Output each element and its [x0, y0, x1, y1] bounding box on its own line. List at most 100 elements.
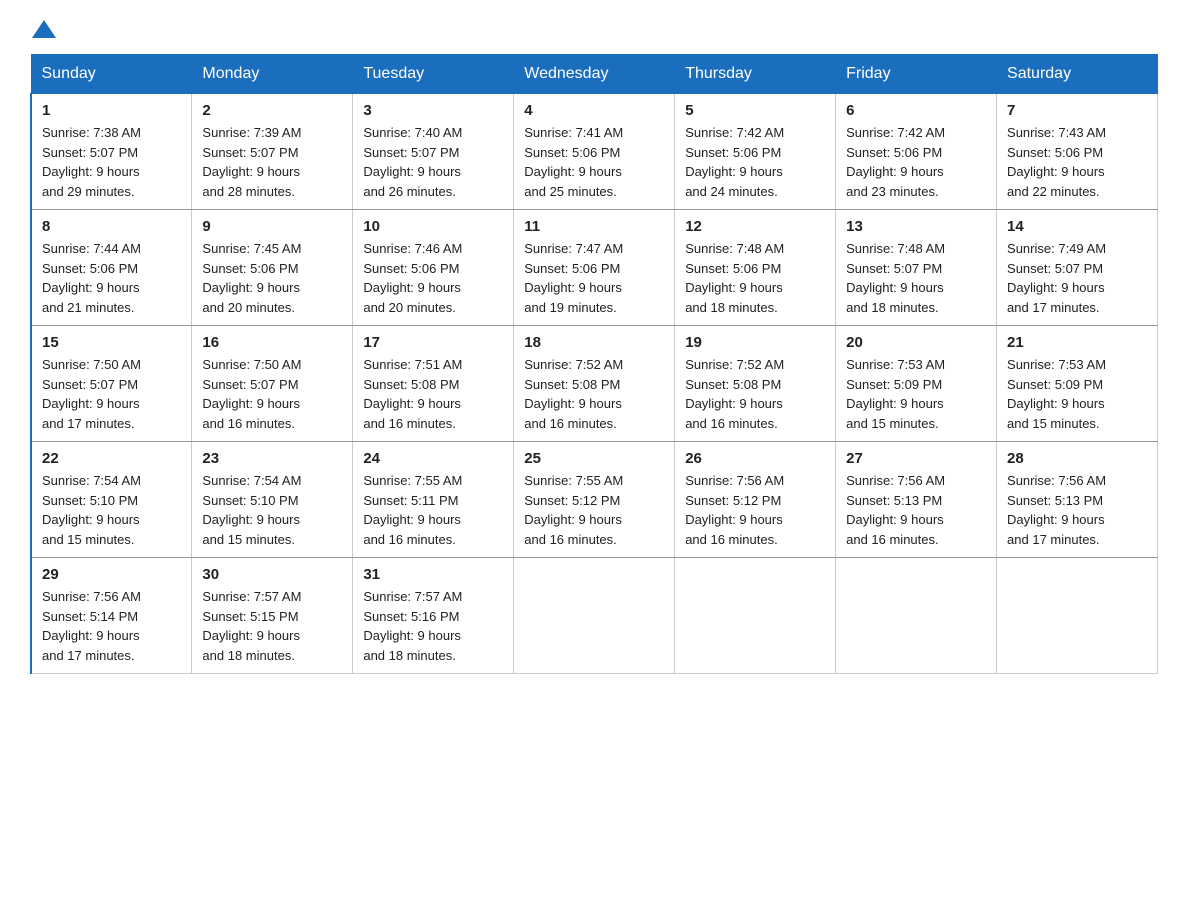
day-number: 20 [846, 334, 986, 351]
day-number: 22 [42, 450, 181, 467]
calendar-cell: 8 Sunrise: 7:44 AM Sunset: 5:06 PM Dayli… [31, 210, 192, 326]
weekday-header-saturday: Saturday [997, 55, 1158, 94]
page-header [30, 20, 1158, 34]
day-number: 31 [363, 566, 503, 583]
day-info: Sunrise: 7:40 AM Sunset: 5:07 PM Dayligh… [363, 123, 503, 201]
day-info: Sunrise: 7:42 AM Sunset: 5:06 PM Dayligh… [685, 123, 825, 201]
week-row-3: 15 Sunrise: 7:50 AM Sunset: 5:07 PM Dayl… [31, 326, 1158, 442]
calendar-cell: 18 Sunrise: 7:52 AM Sunset: 5:08 PM Dayl… [514, 326, 675, 442]
week-row-4: 22 Sunrise: 7:54 AM Sunset: 5:10 PM Dayl… [31, 442, 1158, 558]
day-info: Sunrise: 7:54 AM Sunset: 5:10 PM Dayligh… [42, 471, 181, 549]
calendar-cell: 25 Sunrise: 7:55 AM Sunset: 5:12 PM Dayl… [514, 442, 675, 558]
calendar-cell [514, 558, 675, 674]
day-info: Sunrise: 7:38 AM Sunset: 5:07 PM Dayligh… [42, 123, 181, 201]
calendar-cell: 19 Sunrise: 7:52 AM Sunset: 5:08 PM Dayl… [675, 326, 836, 442]
calendar-cell: 17 Sunrise: 7:51 AM Sunset: 5:08 PM Dayl… [353, 326, 514, 442]
day-info: Sunrise: 7:53 AM Sunset: 5:09 PM Dayligh… [1007, 355, 1147, 433]
day-number: 15 [42, 334, 181, 351]
calendar-cell: 1 Sunrise: 7:38 AM Sunset: 5:07 PM Dayli… [31, 94, 192, 210]
day-number: 9 [202, 218, 342, 235]
day-number: 5 [685, 102, 825, 119]
calendar-cell: 27 Sunrise: 7:56 AM Sunset: 5:13 PM Dayl… [836, 442, 997, 558]
day-info: Sunrise: 7:56 AM Sunset: 5:14 PM Dayligh… [42, 587, 181, 665]
weekday-header-tuesday: Tuesday [353, 55, 514, 94]
day-number: 21 [1007, 334, 1147, 351]
day-number: 16 [202, 334, 342, 351]
calendar-cell: 29 Sunrise: 7:56 AM Sunset: 5:14 PM Dayl… [31, 558, 192, 674]
day-number: 30 [202, 566, 342, 583]
day-info: Sunrise: 7:56 AM Sunset: 5:13 PM Dayligh… [1007, 471, 1147, 549]
day-number: 3 [363, 102, 503, 119]
calendar-cell: 24 Sunrise: 7:55 AM Sunset: 5:11 PM Dayl… [353, 442, 514, 558]
day-number: 7 [1007, 102, 1147, 119]
day-info: Sunrise: 7:41 AM Sunset: 5:06 PM Dayligh… [524, 123, 664, 201]
calendar-cell: 30 Sunrise: 7:57 AM Sunset: 5:15 PM Dayl… [192, 558, 353, 674]
day-info: Sunrise: 7:56 AM Sunset: 5:12 PM Dayligh… [685, 471, 825, 549]
day-number: 10 [363, 218, 503, 235]
calendar-cell: 12 Sunrise: 7:48 AM Sunset: 5:06 PM Dayl… [675, 210, 836, 326]
day-info: Sunrise: 7:53 AM Sunset: 5:09 PM Dayligh… [846, 355, 986, 433]
calendar-cell: 15 Sunrise: 7:50 AM Sunset: 5:07 PM Dayl… [31, 326, 192, 442]
day-number: 18 [524, 334, 664, 351]
weekday-header-friday: Friday [836, 55, 997, 94]
day-info: Sunrise: 7:46 AM Sunset: 5:06 PM Dayligh… [363, 239, 503, 317]
calendar-cell: 31 Sunrise: 7:57 AM Sunset: 5:16 PM Dayl… [353, 558, 514, 674]
calendar-cell: 28 Sunrise: 7:56 AM Sunset: 5:13 PM Dayl… [997, 442, 1158, 558]
calendar-cell [997, 558, 1158, 674]
day-number: 28 [1007, 450, 1147, 467]
day-number: 27 [846, 450, 986, 467]
day-info: Sunrise: 7:43 AM Sunset: 5:06 PM Dayligh… [1007, 123, 1147, 201]
day-number: 19 [685, 334, 825, 351]
day-info: Sunrise: 7:50 AM Sunset: 5:07 PM Dayligh… [42, 355, 181, 433]
weekday-header-thursday: Thursday [675, 55, 836, 94]
calendar-cell: 5 Sunrise: 7:42 AM Sunset: 5:06 PM Dayli… [675, 94, 836, 210]
day-number: 24 [363, 450, 503, 467]
day-number: 12 [685, 218, 825, 235]
weekday-header-monday: Monday [192, 55, 353, 94]
day-number: 29 [42, 566, 181, 583]
day-number: 11 [524, 218, 664, 235]
day-number: 6 [846, 102, 986, 119]
calendar-cell: 7 Sunrise: 7:43 AM Sunset: 5:06 PM Dayli… [997, 94, 1158, 210]
calendar-cell: 3 Sunrise: 7:40 AM Sunset: 5:07 PM Dayli… [353, 94, 514, 210]
day-info: Sunrise: 7:47 AM Sunset: 5:06 PM Dayligh… [524, 239, 664, 317]
logo [30, 20, 58, 34]
calendar-table: SundayMondayTuesdayWednesdayThursdayFrid… [30, 54, 1158, 674]
day-number: 2 [202, 102, 342, 119]
day-info: Sunrise: 7:52 AM Sunset: 5:08 PM Dayligh… [685, 355, 825, 433]
calendar-cell: 14 Sunrise: 7:49 AM Sunset: 5:07 PM Dayl… [997, 210, 1158, 326]
calendar-cell: 10 Sunrise: 7:46 AM Sunset: 5:06 PM Dayl… [353, 210, 514, 326]
weekday-header-row: SundayMondayTuesdayWednesdayThursdayFrid… [31, 55, 1158, 94]
calendar-cell: 26 Sunrise: 7:56 AM Sunset: 5:12 PM Dayl… [675, 442, 836, 558]
day-info: Sunrise: 7:42 AM Sunset: 5:06 PM Dayligh… [846, 123, 986, 201]
day-info: Sunrise: 7:39 AM Sunset: 5:07 PM Dayligh… [202, 123, 342, 201]
week-row-2: 8 Sunrise: 7:44 AM Sunset: 5:06 PM Dayli… [31, 210, 1158, 326]
day-number: 14 [1007, 218, 1147, 235]
day-info: Sunrise: 7:54 AM Sunset: 5:10 PM Dayligh… [202, 471, 342, 549]
day-number: 4 [524, 102, 664, 119]
calendar-cell: 21 Sunrise: 7:53 AM Sunset: 5:09 PM Dayl… [997, 326, 1158, 442]
day-number: 26 [685, 450, 825, 467]
weekday-header-sunday: Sunday [31, 55, 192, 94]
logo-triangle-icon [32, 20, 56, 38]
calendar-cell: 6 Sunrise: 7:42 AM Sunset: 5:06 PM Dayli… [836, 94, 997, 210]
day-number: 23 [202, 450, 342, 467]
day-number: 8 [42, 218, 181, 235]
day-info: Sunrise: 7:45 AM Sunset: 5:06 PM Dayligh… [202, 239, 342, 317]
day-info: Sunrise: 7:55 AM Sunset: 5:12 PM Dayligh… [524, 471, 664, 549]
day-info: Sunrise: 7:50 AM Sunset: 5:07 PM Dayligh… [202, 355, 342, 433]
week-row-5: 29 Sunrise: 7:56 AM Sunset: 5:14 PM Dayl… [31, 558, 1158, 674]
week-row-1: 1 Sunrise: 7:38 AM Sunset: 5:07 PM Dayli… [31, 94, 1158, 210]
calendar-cell: 23 Sunrise: 7:54 AM Sunset: 5:10 PM Dayl… [192, 442, 353, 558]
calendar-cell [675, 558, 836, 674]
day-info: Sunrise: 7:48 AM Sunset: 5:07 PM Dayligh… [846, 239, 986, 317]
day-number: 25 [524, 450, 664, 467]
calendar-cell: 4 Sunrise: 7:41 AM Sunset: 5:06 PM Dayli… [514, 94, 675, 210]
day-info: Sunrise: 7:49 AM Sunset: 5:07 PM Dayligh… [1007, 239, 1147, 317]
day-info: Sunrise: 7:57 AM Sunset: 5:16 PM Dayligh… [363, 587, 503, 665]
day-number: 13 [846, 218, 986, 235]
day-info: Sunrise: 7:52 AM Sunset: 5:08 PM Dayligh… [524, 355, 664, 433]
day-number: 1 [42, 102, 181, 119]
day-info: Sunrise: 7:57 AM Sunset: 5:15 PM Dayligh… [202, 587, 342, 665]
day-number: 17 [363, 334, 503, 351]
